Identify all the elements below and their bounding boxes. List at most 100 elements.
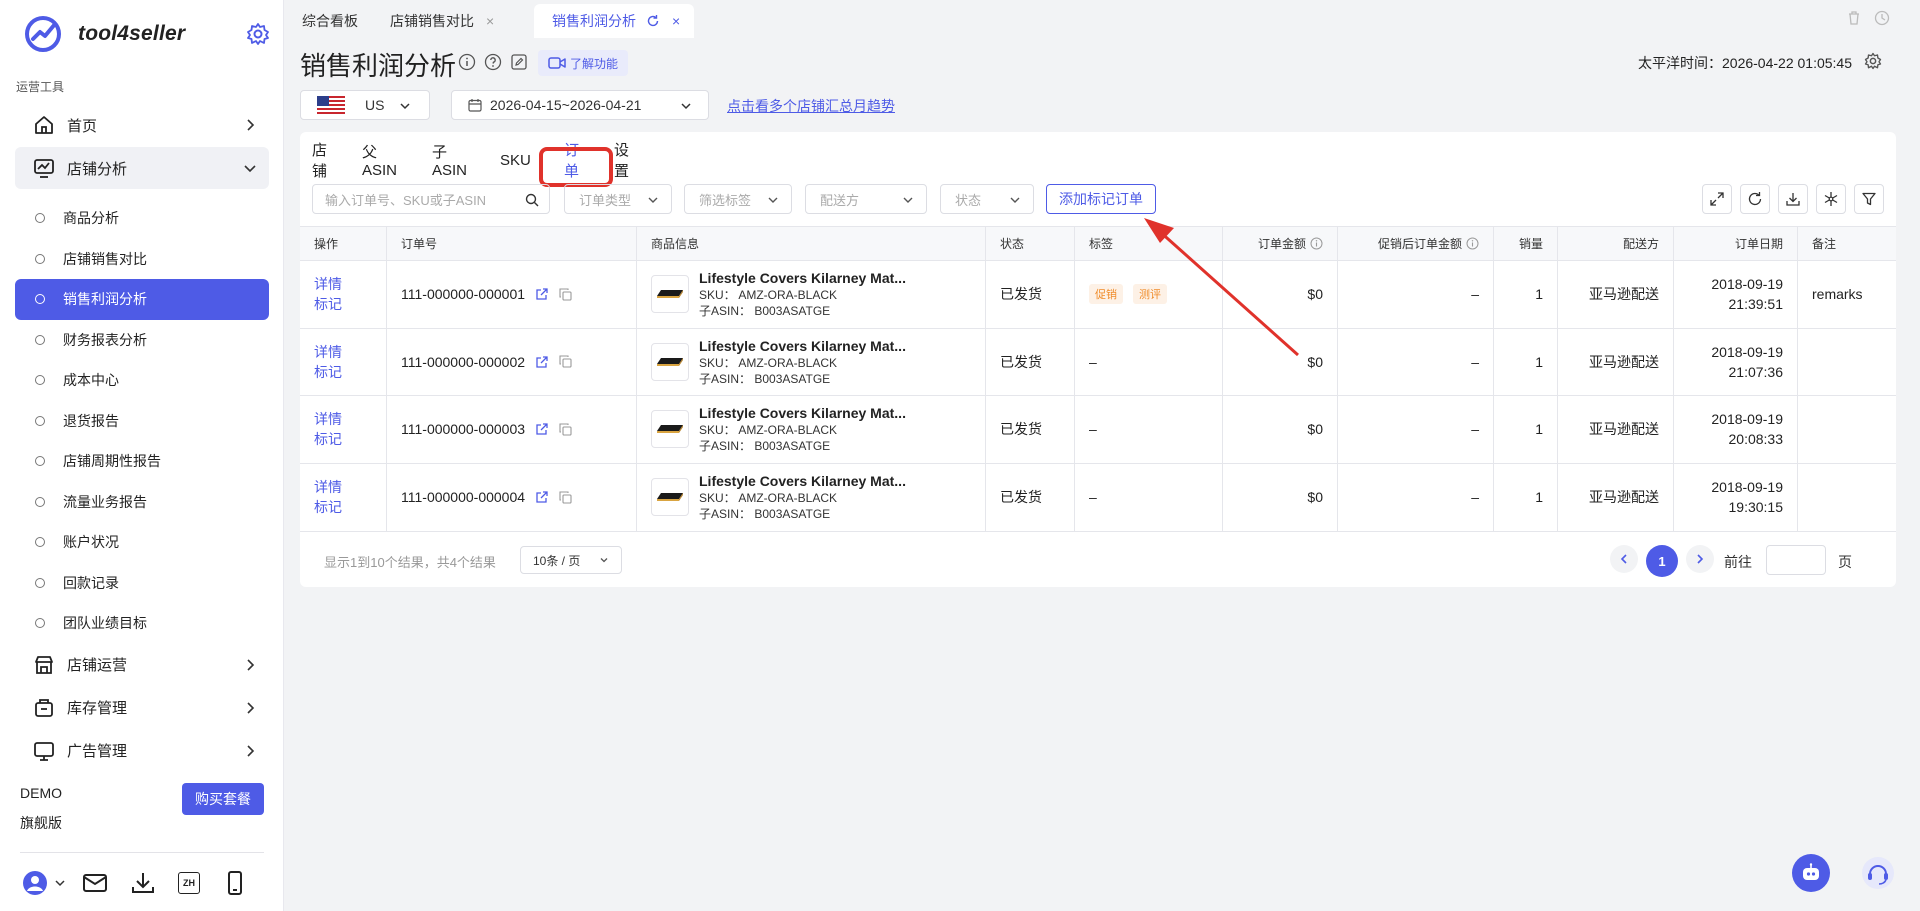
copy-icon[interactable] (559, 423, 572, 436)
sidebar-sub-item[interactable]: 退货报告 (15, 401, 269, 442)
mark-link[interactable]: 标记 (314, 497, 342, 517)
tab-parent-asin[interactable]: 父ASIN (362, 144, 397, 179)
external-link-icon[interactable] (535, 422, 549, 436)
external-link-icon[interactable] (535, 490, 549, 504)
mark-link[interactable]: 标记 (314, 362, 342, 382)
chevron-down-icon (400, 103, 410, 110)
fulfillment-select[interactable]: 配送方 (805, 184, 927, 214)
product-thumbnail[interactable] (651, 478, 689, 517)
copy-icon[interactable] (559, 355, 572, 368)
status-select[interactable]: 状态 (940, 184, 1034, 214)
divider (20, 852, 264, 853)
info-icon[interactable] (458, 53, 476, 71)
sidebar: tool4seller 运营工具 首页 店铺分析 商品分析 店铺销售对比 销售利… (0, 0, 284, 911)
tab-dashboard[interactable]: 综合看板 (284, 4, 372, 38)
close-icon[interactable]: × (486, 13, 494, 29)
page-number-current[interactable]: 1 (1646, 545, 1678, 577)
quantity-cell: 1 (1494, 396, 1558, 463)
tab-settings[interactable]: 设置 (614, 142, 629, 180)
sidebar-sub-item[interactable]: 商品分析 (15, 198, 269, 239)
mail-icon[interactable] (82, 870, 108, 896)
gear-icon[interactable] (246, 22, 270, 46)
mark-link[interactable]: 标记 (314, 294, 342, 314)
sidebar-sub-item[interactable]: 回款记录 (15, 563, 269, 604)
detail-link[interactable]: 详情 (314, 477, 342, 497)
product-thumbnail[interactable] (651, 342, 689, 381)
fulfillment-label: 配送方 (820, 192, 860, 208)
tab-sku[interactable]: SKU (500, 145, 531, 175)
mobile-icon[interactable] (222, 870, 248, 896)
customer-service-icon[interactable] (1860, 855, 1896, 891)
refresh-icon[interactable] (646, 14, 660, 28)
product-thumbnail[interactable] (651, 410, 689, 449)
product-name[interactable]: Lifestyle Covers Kilarney Mat... (699, 404, 906, 422)
fullscreen-button[interactable] (1702, 184, 1732, 214)
detail-link[interactable]: 详情 (314, 409, 342, 429)
tab-label: 综合看板 (302, 13, 358, 29)
sidebar-item-ads[interactable]: 广告管理 (15, 730, 269, 772)
copy-icon[interactable] (559, 491, 572, 504)
learn-feature-button[interactable]: 了解功能 (538, 50, 629, 76)
mark-link[interactable]: 标记 (314, 429, 342, 449)
mat-product-image (657, 290, 683, 299)
help-icon[interactable] (484, 53, 502, 71)
search-icon[interactable] (525, 193, 539, 207)
sidebar-item-home[interactable]: 首页 (15, 104, 269, 146)
search-input[interactable]: 输入订单号、SKU或子ASIN (312, 184, 550, 214)
copy-icon[interactable] (559, 288, 572, 301)
refresh-button[interactable] (1740, 184, 1770, 214)
product-name[interactable]: Lifestyle Covers Kilarney Mat... (699, 337, 906, 355)
trash-icon[interactable] (1846, 10, 1862, 26)
ai-assistant-button[interactable] (1792, 854, 1830, 892)
country-select[interactable]: US (300, 90, 430, 120)
external-link-icon[interactable] (535, 355, 549, 369)
tab-store[interactable]: 店铺 (312, 142, 327, 180)
info-icon[interactable] (1310, 237, 1323, 250)
info-icon[interactable] (1466, 237, 1479, 250)
sidebar-sub-item[interactable]: 店铺周期性报告 (15, 441, 269, 482)
edit-icon[interactable] (510, 53, 528, 71)
sidebar-sub-item[interactable]: 成本中心 (15, 360, 269, 401)
language-icon[interactable]: ZH (178, 872, 200, 894)
column-settings-button[interactable] (1816, 184, 1846, 214)
sidebar-item-store-ops[interactable]: 店铺运营 (15, 644, 269, 686)
sidebar-sub-item[interactable]: 财务报表分析 (15, 320, 269, 361)
sidebar-sub-item[interactable]: 店铺销售对比 (15, 239, 269, 280)
logo[interactable]: tool4seller (24, 14, 270, 54)
product-name[interactable]: Lifestyle Covers Kilarney Mat... (699, 269, 906, 287)
tag-filter-select[interactable]: 筛选标签 (684, 184, 792, 214)
sidebar-item-store-analysis[interactable]: 店铺分析 (15, 147, 269, 189)
sidebar-sub-item-active[interactable]: 销售利润分析 (15, 279, 269, 320)
settings-icon[interactable] (1864, 52, 1882, 70)
sidebar-sub-item[interactable]: 团队业绩目标 (15, 603, 269, 644)
sidebar-item-inventory[interactable]: 库存管理 (15, 687, 269, 729)
product-name[interactable]: Lifestyle Covers Kilarney Mat... (699, 472, 906, 490)
chevron-down-icon (244, 165, 256, 173)
goto-page-input[interactable] (1766, 545, 1826, 575)
filter-button[interactable] (1854, 184, 1884, 214)
monthly-trend-link[interactable]: 点击看多个店铺汇总月趋势 (727, 96, 895, 116)
export-button[interactable] (1778, 184, 1808, 214)
external-link-icon[interactable] (535, 287, 549, 301)
logo-icon (25, 16, 61, 52)
download-icon[interactable] (130, 870, 156, 896)
date-range-picker[interactable]: 2026-04-15~2026-04-21 (451, 90, 709, 120)
add-marked-order-button[interactable]: 添加标记订单 (1046, 184, 1156, 214)
prev-page-button[interactable] (1610, 545, 1638, 573)
detail-link[interactable]: 详情 (314, 342, 342, 362)
next-page-button[interactable] (1686, 545, 1714, 573)
product-thumbnail[interactable] (651, 275, 689, 314)
chevron-down-icon[interactable] (54, 877, 66, 889)
tab-sales-profit[interactable]: 销售利润分析 × (534, 4, 695, 38)
detail-link[interactable]: 详情 (314, 274, 342, 294)
tab-child-asin[interactable]: 子ASIN (432, 144, 467, 179)
clock-icon[interactable] (1874, 10, 1890, 26)
order-type-select[interactable]: 订单类型 (564, 184, 672, 214)
sidebar-sub-item[interactable]: 流量业务报告 (15, 482, 269, 523)
buy-plan-button[interactable]: 购买套餐 (182, 783, 264, 815)
user-avatar-icon[interactable] (22, 870, 48, 896)
tab-store-compare[interactable]: 店铺销售对比 × (372, 4, 508, 38)
page-size-select[interactable]: 10条 / 页 (520, 546, 622, 574)
sidebar-sub-item[interactable]: 账户状况 (15, 522, 269, 563)
close-icon[interactable]: × (672, 13, 680, 29)
